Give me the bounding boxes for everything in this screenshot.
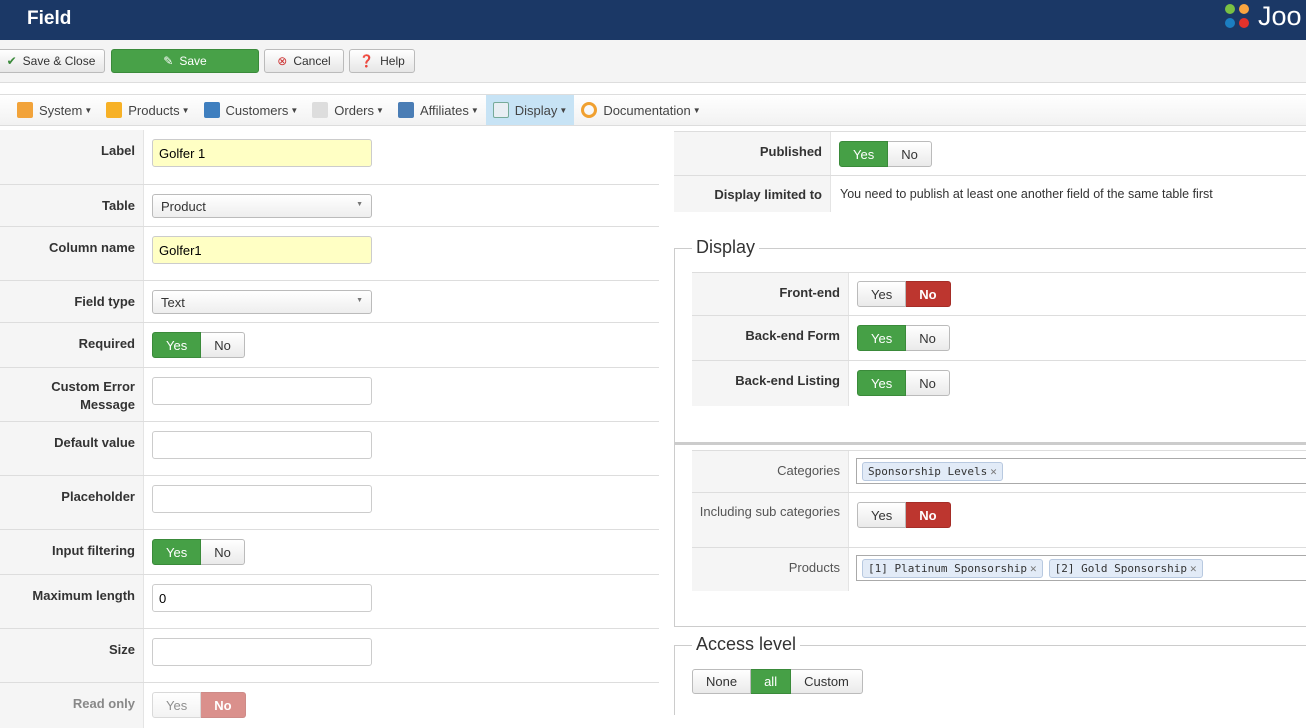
backend-form-yes[interactable]: Yes (857, 325, 907, 351)
help-icon: ❓ (359, 54, 375, 68)
row-placeholder: Placeholder (0, 476, 659, 530)
toolbar: ✔ Save & Close ✎ Save ⊗ Cancel ❓ Help (0, 40, 1306, 83)
categories-input[interactable]: Sponsorship Levels ✕ (856, 458, 1306, 484)
size-input[interactable] (152, 638, 372, 666)
access-level-group: None all Custom (692, 669, 863, 694)
row-label: Label (0, 130, 659, 185)
row-categories: Categories Sponsorship Levels ✕ (692, 450, 1306, 493)
affiliates-icon (397, 102, 414, 118)
required-yes[interactable]: Yes (152, 332, 202, 358)
row-products: Products [1] Platinum Sponsorship ✕ [2] Gol… (692, 548, 1306, 591)
remove-icon[interactable]: ✕ (990, 465, 997, 478)
published-toggle: Yes No (839, 141, 932, 167)
row-size: Size (0, 629, 659, 683)
backend-form-no[interactable]: No (906, 325, 950, 351)
custom-error-input[interactable] (152, 377, 372, 405)
input-filtering-yes[interactable]: Yes (152, 539, 202, 565)
read-only-no[interactable]: No (201, 692, 246, 718)
menu-affiliates[interactable]: Affiliates ▼ (391, 95, 486, 125)
required-toggle: Yes No (152, 332, 245, 358)
row-including-sub: Including sub categories Yes No (692, 493, 1306, 548)
header: Field Joo (0, 0, 1306, 40)
row-required: Required Yes No (0, 323, 659, 368)
joomla-logo-icon (1225, 4, 1249, 28)
products-input[interactable]: [1] Platinum Sponsorship ✕ [2] Gold Sponso… (856, 555, 1306, 581)
row-front-end: Front-end Yes No (692, 272, 1306, 316)
row-field-type: Field type Text (0, 281, 659, 323)
backend-listing-no[interactable]: No (906, 370, 950, 396)
default-value-input[interactable] (152, 431, 372, 459)
joomla-logo: Joo (1222, 0, 1302, 32)
row-backend-form: Back-end Form Yes No (692, 316, 1306, 361)
label-input[interactable] (152, 139, 372, 167)
cancel-icon: ⊗ (277, 54, 288, 68)
front-end-toggle: Yes No (857, 281, 951, 307)
document-icon (312, 102, 329, 118)
menu-display[interactable]: Display ▼ (485, 95, 575, 125)
row-display-limited: Display limited to You need to publish at… (674, 176, 1306, 212)
save-button[interactable]: ✎ Save (111, 49, 259, 73)
edit-icon: ✎ (163, 54, 174, 68)
remove-icon[interactable]: ✕ (1030, 562, 1037, 575)
backend-form-toggle: Yes No (857, 325, 950, 351)
menu-products[interactable]: Products ▼ (99, 95, 196, 125)
box-icon (106, 102, 123, 118)
row-column-name: Column name (0, 227, 659, 281)
product-chip: [2] Gold Sponsorship ✕ (1048, 558, 1203, 578)
cancel-button[interactable]: ⊗ Cancel (264, 49, 344, 73)
row-default-value: Default value (0, 422, 659, 476)
menu-customers[interactable]: Customers ▼ (197, 95, 306, 125)
save-close-button[interactable]: ✔ Save & Close (0, 49, 105, 73)
access-none[interactable]: None (692, 669, 752, 694)
help-button[interactable]: ❓ Help (349, 49, 415, 73)
placeholder-input[interactable] (152, 485, 372, 513)
published-yes[interactable]: Yes (839, 141, 889, 167)
access-custom[interactable]: Custom (791, 669, 863, 694)
display-icon (492, 102, 509, 118)
required-no[interactable]: No (201, 332, 245, 358)
display-legend: Display (692, 237, 760, 258)
display-limited-text: You need to publish at least one another… (840, 187, 1213, 201)
remove-icon[interactable]: ✕ (1190, 562, 1197, 575)
product-chip: [1] Platinum Sponsorship ✕ (862, 558, 1043, 578)
menu-documentation[interactable]: Documentation ▼ (574, 95, 707, 125)
row-max-length: Maximum length (0, 575, 659, 629)
input-filtering-toggle: Yes No (152, 539, 245, 565)
access-legend: Access level (692, 634, 801, 655)
tools-icon (17, 102, 33, 118)
menu-orders[interactable]: Orders ▼ (305, 95, 391, 125)
row-table: Table Product (0, 185, 659, 227)
lifebuoy-icon (581, 102, 598, 118)
read-only-yes[interactable]: Yes (152, 692, 202, 718)
front-end-no[interactable]: No (906, 281, 951, 307)
input-filtering-no[interactable]: No (201, 539, 245, 565)
front-end-yes[interactable]: Yes (857, 281, 907, 307)
max-length-input[interactable] (152, 584, 372, 612)
field-type-select[interactable]: Text (152, 290, 372, 314)
backend-listing-yes[interactable]: Yes (857, 370, 907, 396)
table-select[interactable]: Product (152, 194, 372, 218)
row-published: Published Yes No (674, 131, 1306, 176)
menu-system[interactable]: System ▼ (10, 95, 99, 125)
including-sub-toggle: Yes No (857, 502, 951, 528)
main-menu: System ▼ Products ▼ Customers ▼ Orders ▼ Aff… (0, 94, 1306, 126)
users-icon (203, 102, 220, 118)
page-title: Field (27, 8, 72, 29)
including-sub-yes[interactable]: Yes (857, 502, 907, 528)
row-read-only: Read only Yes No (0, 683, 659, 728)
row-custom-error: Custom Error Message (0, 368, 659, 422)
check-icon: ✔ (6, 54, 17, 68)
published-no[interactable]: No (888, 141, 932, 167)
backend-listing-toggle: Yes No (857, 370, 950, 396)
column-name-input[interactable] (152, 236, 372, 264)
including-sub-no[interactable]: No (906, 502, 951, 528)
category-chip: Sponsorship Levels ✕ (862, 461, 1003, 481)
access-all[interactable]: all (751, 669, 792, 694)
row-backend-listing: Back-end Listing Yes No (692, 361, 1306, 406)
read-only-toggle: Yes No (152, 692, 246, 718)
row-input-filtering: Input filtering Yes No (0, 530, 659, 575)
